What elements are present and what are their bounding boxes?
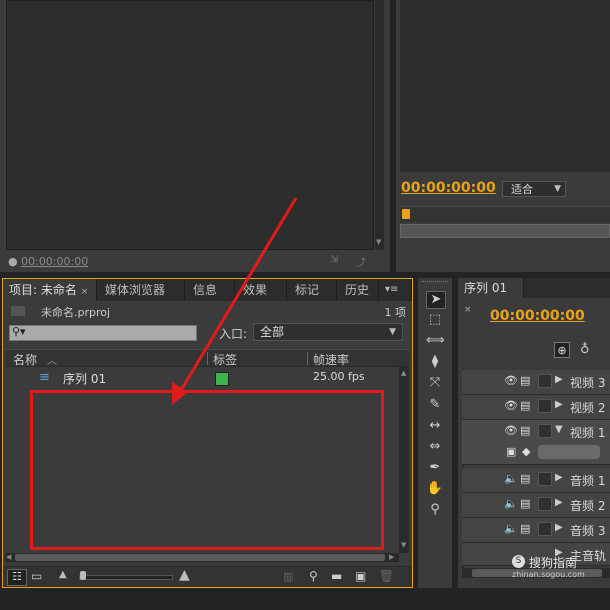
annotation-arrow xyxy=(172,197,298,405)
